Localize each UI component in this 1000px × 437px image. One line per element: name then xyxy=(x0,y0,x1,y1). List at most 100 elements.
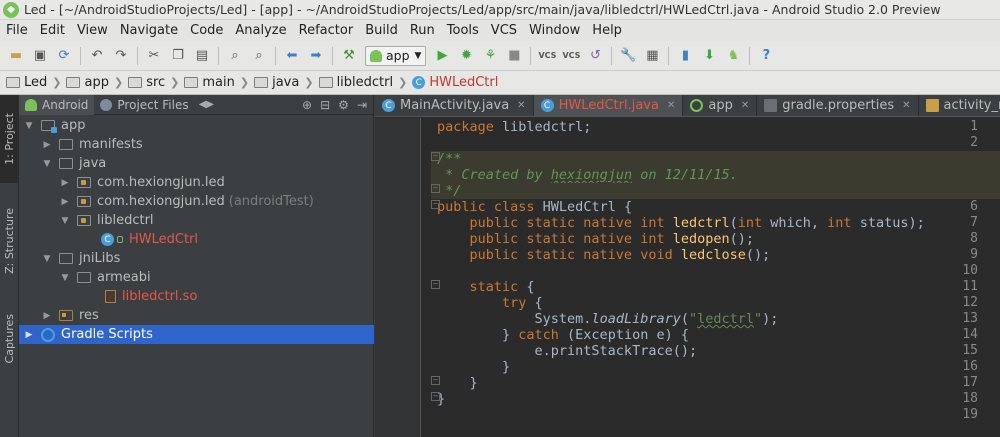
tree-item-libledctrl-so[interactable]: libledctrl.so xyxy=(19,287,374,306)
forward-icon[interactable]: ➡ xyxy=(306,46,326,66)
tab-scroll-icon[interactable]: ◀▶ xyxy=(199,99,214,110)
stop-icon[interactable]: ■ xyxy=(504,46,524,66)
vcs-update-icon[interactable]: VCS xyxy=(537,46,557,66)
expand-arrow-icon[interactable]: ▼ xyxy=(59,216,71,226)
menu-file[interactable]: File xyxy=(0,23,34,38)
collapse-all-icon[interactable]: ⊟ xyxy=(320,98,330,112)
breadcrumb-app[interactable]: app xyxy=(66,75,109,90)
tab-gradle-properties[interactable]: gradle.properties ✕ xyxy=(757,95,919,116)
cut-icon[interactable]: ✂ xyxy=(144,46,164,66)
locate-icon[interactable]: ⊕ xyxy=(302,98,312,112)
code-area[interactable]: package libledctrl; /** * Created by hex… xyxy=(431,118,1000,437)
tab-mainactivity[interactable]: C MainActivity.java ✕ xyxy=(375,95,534,116)
replace-icon[interactable]: ⌕ xyxy=(249,46,269,66)
menu-run[interactable]: Run xyxy=(404,23,441,38)
tree-item-res[interactable]: ▶ res xyxy=(19,306,374,325)
fold-marker-icon[interactable]: − xyxy=(431,280,440,289)
captures-tool-tab[interactable]: Captures xyxy=(0,303,19,375)
collapsed-arrow-icon[interactable]: ▶ xyxy=(41,140,53,150)
expand-arrow-icon[interactable]: ▼ xyxy=(41,254,53,264)
breadcrumb-java[interactable]: java xyxy=(254,75,299,90)
close-icon[interactable]: ✕ xyxy=(902,100,910,111)
android-monitor-icon[interactable]: ♞ xyxy=(723,46,743,66)
run-config-select[interactable]: app ▼ xyxy=(365,45,427,66)
breadcrumb-led[interactable]: Led xyxy=(6,75,47,90)
code-line-4: * Created by hexiongjun on 12/11/15. xyxy=(431,167,1000,183)
breadcrumb-file[interactable]: C HWLedCtrl xyxy=(412,75,498,90)
avd-manager-icon[interactable]: ▮ xyxy=(675,46,695,66)
run-icon[interactable]: ▶ xyxy=(432,46,452,66)
project-tool-tab[interactable]: 1: Project xyxy=(0,95,19,183)
redo-icon[interactable]: ↷ xyxy=(111,46,131,66)
save-icon[interactable]: ▣ xyxy=(30,46,50,66)
structure-tool-tab[interactable]: Z: Structure xyxy=(0,195,19,287)
fold-marker-icon[interactable]: − xyxy=(431,392,440,401)
collapsed-arrow-icon[interactable]: ▶ xyxy=(59,178,71,188)
menu-analyze[interactable]: Analyze xyxy=(229,23,292,38)
back-icon[interactable]: ⬅ xyxy=(282,46,302,66)
settings-icon[interactable]: 🔧 xyxy=(618,46,638,66)
menu-vcs[interactable]: VCS xyxy=(485,23,523,38)
menu-refactor[interactable]: Refactor xyxy=(293,23,360,38)
menu-tools[interactable]: Tools xyxy=(441,23,485,38)
find-icon[interactable]: ⌕ xyxy=(225,46,245,66)
expand-arrow-icon[interactable]: ▼ xyxy=(41,159,53,169)
tree-item-package-androidtest[interactable]: ▶ com.hexiongjun.led (androidTest) xyxy=(19,192,374,211)
gear-icon[interactable]: ⚙ xyxy=(338,98,349,112)
tab-hwledctrl[interactable]: C HWLedCtrl.java ✕ xyxy=(533,95,684,116)
tree-item-hwledctrl[interactable]: C HWLedCtrl xyxy=(19,230,374,249)
close-icon[interactable]: ✕ xyxy=(517,100,525,111)
tab-android[interactable]: Android xyxy=(19,94,95,115)
fold-marker-icon[interactable]: − xyxy=(431,200,440,209)
tree-item-java[interactable]: ▼ java xyxy=(19,154,374,173)
sdk-manager-icon[interactable]: ⬇ xyxy=(699,46,719,66)
sync-icon[interactable]: ⟳ xyxy=(54,46,74,66)
fold-marker-icon[interactable]: − xyxy=(431,376,440,385)
attach-icon[interactable]: ⚘ xyxy=(480,46,500,66)
tree-item-armeabi[interactable]: ▼ armeabi xyxy=(19,268,374,287)
tree-item-jnilibs[interactable]: ▼ jniLibs xyxy=(19,249,374,268)
tree-item-package-main[interactable]: ▶ com.hexiongjun.led xyxy=(19,173,374,192)
tree-item-manifests[interactable]: ▶ manifests xyxy=(19,135,374,154)
help-icon[interactable]: ? xyxy=(756,46,776,66)
module-icon xyxy=(41,120,57,133)
line-number-gutter xyxy=(375,118,421,437)
menu-code[interactable]: Code xyxy=(184,23,229,38)
menu-window[interactable]: Window xyxy=(523,23,586,38)
tree-item-app[interactable]: ▼ app xyxy=(19,116,374,135)
expand-arrow-icon[interactable]: ▼ xyxy=(23,121,35,131)
editor-tabs: C MainActivity.java ✕ C HWLedCtrl.java ✕… xyxy=(375,95,1000,117)
expand-arrow-icon[interactable]: ▼ xyxy=(59,273,71,283)
tab-app[interactable]: app ✕ xyxy=(683,95,758,116)
paste-icon[interactable]: ▤ xyxy=(192,46,212,66)
breadcrumb-src[interactable]: src xyxy=(128,75,165,90)
vcs-commit-icon[interactable]: VCS xyxy=(561,46,581,66)
project-structure-icon[interactable]: ▦ xyxy=(642,46,662,66)
menu-help[interactable]: Help xyxy=(586,23,628,38)
tree-item-libledctrl[interactable]: ▼ libledctrl xyxy=(19,211,374,230)
debug-icon[interactable]: ✹ xyxy=(456,46,476,66)
revert-icon[interactable]: ↺ xyxy=(585,46,605,66)
make-icon[interactable]: ⚒ xyxy=(339,46,359,66)
open-icon[interactable]: ▬ xyxy=(6,46,26,66)
breadcrumb-main[interactable]: main xyxy=(184,75,235,90)
undo-icon[interactable]: ↶ xyxy=(87,46,107,66)
collapsed-arrow-icon[interactable]: ▶ xyxy=(23,330,35,340)
tab-activity-main[interactable]: activity_main xyxy=(919,95,1000,116)
collapsed-arrow-icon[interactable]: ▶ xyxy=(41,311,53,321)
tree-item-gradle-scripts[interactable]: ▶ Gradle Scripts xyxy=(19,325,374,344)
close-icon[interactable]: ✕ xyxy=(667,100,675,111)
breadcrumb-libledctrl[interactable]: libledctrl xyxy=(318,75,393,90)
code-line-11: static { xyxy=(437,279,535,295)
fold-marker-icon[interactable]: − xyxy=(431,152,440,161)
close-icon[interactable]: ✕ xyxy=(741,100,749,111)
tab-project-files[interactable]: Project Files xyxy=(94,95,194,115)
menu-edit[interactable]: Edit xyxy=(34,23,71,38)
collapsed-arrow-icon[interactable]: ▶ xyxy=(59,197,71,207)
menu-view[interactable]: View xyxy=(71,23,114,38)
hide-panel-icon[interactable]: ⇥ xyxy=(357,98,367,112)
copy-icon[interactable]: ❐ xyxy=(168,46,188,66)
fold-marker-icon[interactable]: − xyxy=(431,184,440,193)
menu-build[interactable]: Build xyxy=(359,23,404,38)
menu-navigate[interactable]: Navigate xyxy=(114,23,184,38)
